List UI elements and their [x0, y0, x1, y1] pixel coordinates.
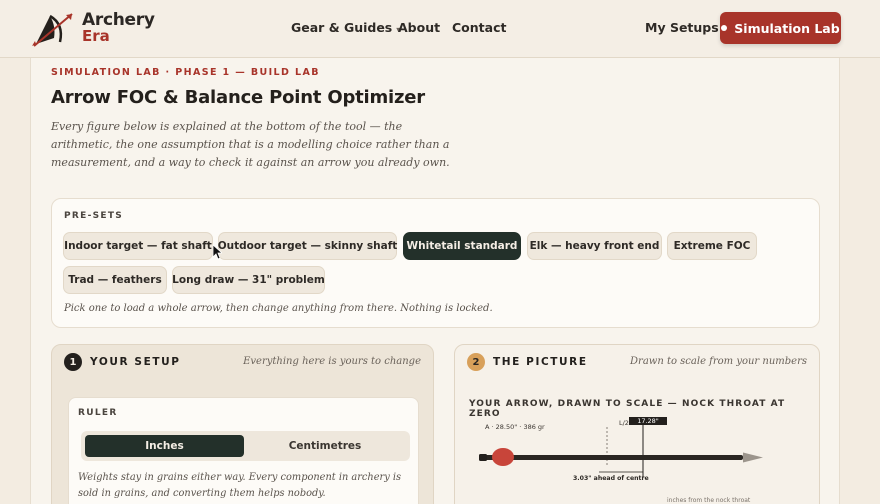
foc-offset-label: 3.03" ahead of centre	[573, 475, 649, 482]
step-number-1: 1	[64, 353, 82, 371]
your-setup-title: YOUR SETUP	[90, 356, 181, 368]
page-intro: Every figure below is explained at the b…	[51, 120, 450, 169]
mouse-cursor-icon	[212, 244, 222, 260]
preset-indoor-target[interactable]: Indoor target — fat shaft	[63, 232, 213, 260]
the-picture-panel: 2 THE PICTURE Drawn to scale from your n…	[454, 344, 820, 504]
page-title: Arrow FOC & Balance Point Optimizer	[51, 87, 425, 108]
preset-extreme-foc[interactable]: Extreme FOC	[667, 232, 757, 260]
nav-gear-guides-label: Gear & Guides	[291, 20, 393, 35]
brand-era: Era	[82, 27, 110, 45]
brand-name: Archery	[82, 10, 155, 30]
dot-icon	[721, 25, 728, 31]
your-setup-note: Everything here is yours to change	[243, 356, 421, 367]
presets-label: PRE-SETS	[64, 211, 124, 221]
archery-logo-icon[interactable]	[30, 8, 76, 50]
preset-whitetail-standard[interactable]: Whitetail standard	[403, 232, 521, 260]
the-picture-note: Drawn to scale from your numbers	[630, 356, 807, 367]
nav-my-setups[interactable]: My Setups	[645, 20, 719, 35]
nav-about[interactable]: About	[398, 20, 440, 35]
nav-gear-guides[interactable]: Gear & Guides ▾	[291, 20, 400, 35]
main-content: SIMULATION LAB · PHASE 1 — BUILD LAB Arr…	[30, 58, 840, 504]
ruler-unit-toggle: Inches Centimetres	[81, 431, 410, 461]
presets-hint: Pick one to load a whole arrow, then cha…	[64, 303, 493, 314]
arrow-diagram: A · 28.50" · 386 gr L/2 17.28" 3.03" ahe…	[479, 417, 763, 504]
presets-card: PRE-SETS Indoor target — fat shaft Outdo…	[51, 198, 820, 328]
the-picture-title: THE PICTURE	[493, 356, 588, 368]
preset-elk-heavy-front[interactable]: Elk — heavy front end	[527, 232, 662, 260]
your-setup-panel: 1 YOUR SETUP Everything here is yours to…	[51, 344, 434, 504]
page-eyebrow: SIMULATION LAB · PHASE 1 — BUILD LAB	[51, 67, 320, 78]
length-badge-text: 17.28"	[637, 417, 659, 425]
preset-trad-feathers[interactable]: Trad — feathers	[63, 266, 167, 294]
unit-inches-button[interactable]: Inches	[85, 435, 244, 457]
simulation-lab-label: Simulation Lab	[734, 20, 840, 36]
preset-long-draw[interactable]: Long draw — 31" problem	[172, 266, 325, 294]
unit-centimetres-button[interactable]: Centimetres	[244, 435, 406, 457]
site-header: Archery Era Gear & Guides ▾ About Contact…	[0, 0, 880, 58]
nav-contact[interactable]: Contact	[452, 20, 506, 35]
balance-point-label: A · 28.50" · 386 gr	[485, 423, 545, 431]
step-number-2: 2	[467, 353, 485, 371]
preset-outdoor-target[interactable]: Outdoor target — skinny shaft	[218, 232, 397, 260]
diagram-footnote: inches from the nock throat	[667, 497, 751, 504]
arrow-point	[743, 452, 763, 463]
arrow-nock	[479, 454, 487, 461]
brand-wordmark[interactable]: Archery Era	[82, 10, 155, 45]
ruler-hint: Weights stay in grains either way. Every…	[78, 472, 402, 499]
simulation-lab-button[interactable]: Simulation Lab	[720, 12, 841, 44]
ruler-card: RULER Inches Centimetres Weights stay in…	[68, 397, 419, 504]
ruler-label: RULER	[78, 408, 118, 418]
arrow-shaft	[483, 455, 743, 460]
arrow-diagram-label: YOUR ARROW, DRAWN TO SCALE — NOCK THROAT…	[469, 399, 786, 419]
half-length-label: L/2	[619, 419, 629, 427]
arrow-fletching	[492, 448, 514, 466]
